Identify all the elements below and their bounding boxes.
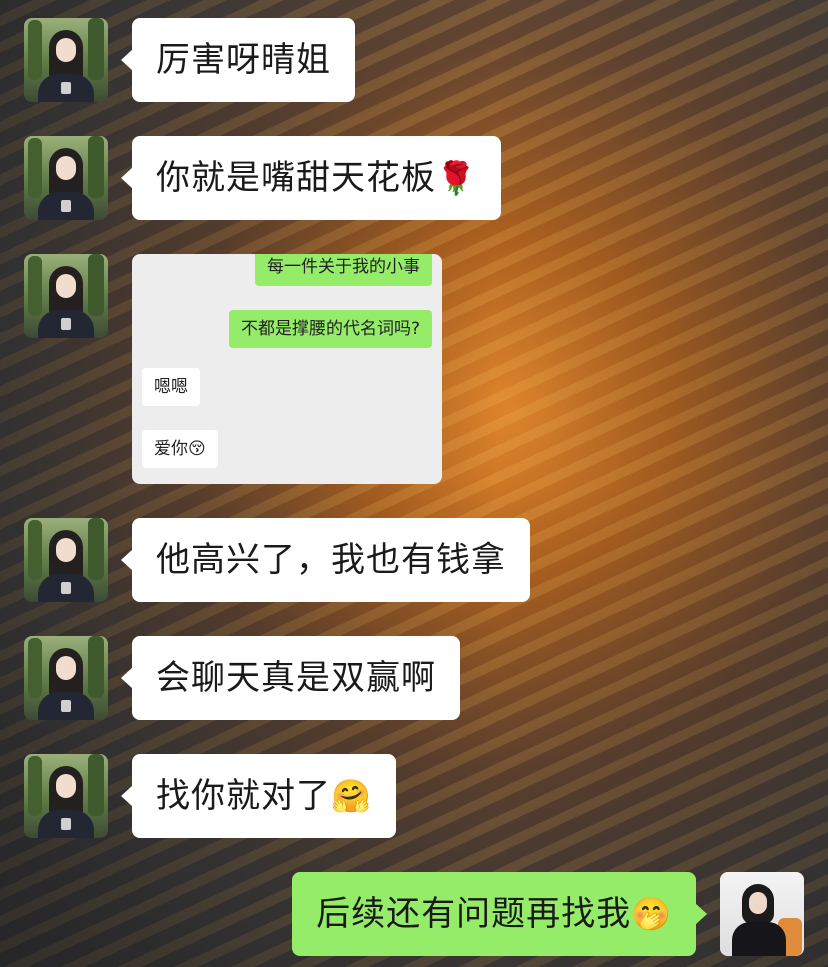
message-bubble-sent[interactable]: 后续还有问题再找我🤭 [292, 872, 707, 956]
screenshot-message-text: 嗯嗯 [154, 377, 188, 397]
screenshot-message-sent: 每一件关于我的小事 [255, 254, 432, 286]
contact-avatar[interactable] [24, 18, 108, 102]
giggle-emoji-icon: 🤭 [631, 895, 672, 933]
message-bubble-received[interactable]: 厉害呀晴姐 [121, 18, 355, 102]
contact-avatar[interactable] [24, 136, 108, 220]
message-bubble-received[interactable]: 他高兴了，我也有钱拿 [121, 518, 530, 602]
contact-avatar[interactable] [24, 754, 108, 838]
screenshot-message-text: 每一件关于我的小事 [267, 257, 420, 277]
kissing-emoji-icon: 😚 [188, 439, 206, 459]
screenshot-message-text: 爱你 [154, 439, 188, 459]
message-bubble-received[interactable]: 会聊天真是双赢啊 [121, 636, 460, 720]
message-text: 找你就对了 [156, 776, 331, 816]
contact-avatar[interactable] [24, 518, 108, 602]
screenshot-message-text: 不都是撑腰的代名词吗? [240, 319, 420, 339]
my-avatar[interactable] [720, 872, 804, 956]
message-text: 会聊天真是双赢啊 [156, 658, 436, 698]
message-bubble-received[interactable]: 找你就对了🤗 [121, 754, 396, 838]
rose-emoji-icon: 🌹 [436, 159, 477, 197]
message-text: 厉害呀晴姐 [156, 40, 331, 80]
screenshot-message-received: 爱你😚 [142, 430, 218, 468]
message-text: 后续还有问题再找我 [316, 894, 632, 934]
hugging-emoji-icon: 🤗 [331, 777, 372, 815]
screenshot-message-received: 嗯嗯 [142, 368, 200, 406]
message-text: 他高兴了，我也有钱拿 [156, 540, 506, 580]
message-text: 你就是嘴甜天花板 [156, 158, 436, 198]
screenshot-message-sent: 不都是撑腰的代名词吗? [228, 310, 432, 348]
message-bubble-received[interactable]: 你就是嘴甜天花板🌹 [121, 136, 501, 220]
image-message-screenshot[interactable]: 每一件关于我的小事 不都是撑腰的代名词吗? 嗯嗯 爱你😚 [132, 254, 442, 484]
contact-avatar[interactable] [24, 636, 108, 720]
contact-avatar[interactable] [24, 254, 108, 338]
